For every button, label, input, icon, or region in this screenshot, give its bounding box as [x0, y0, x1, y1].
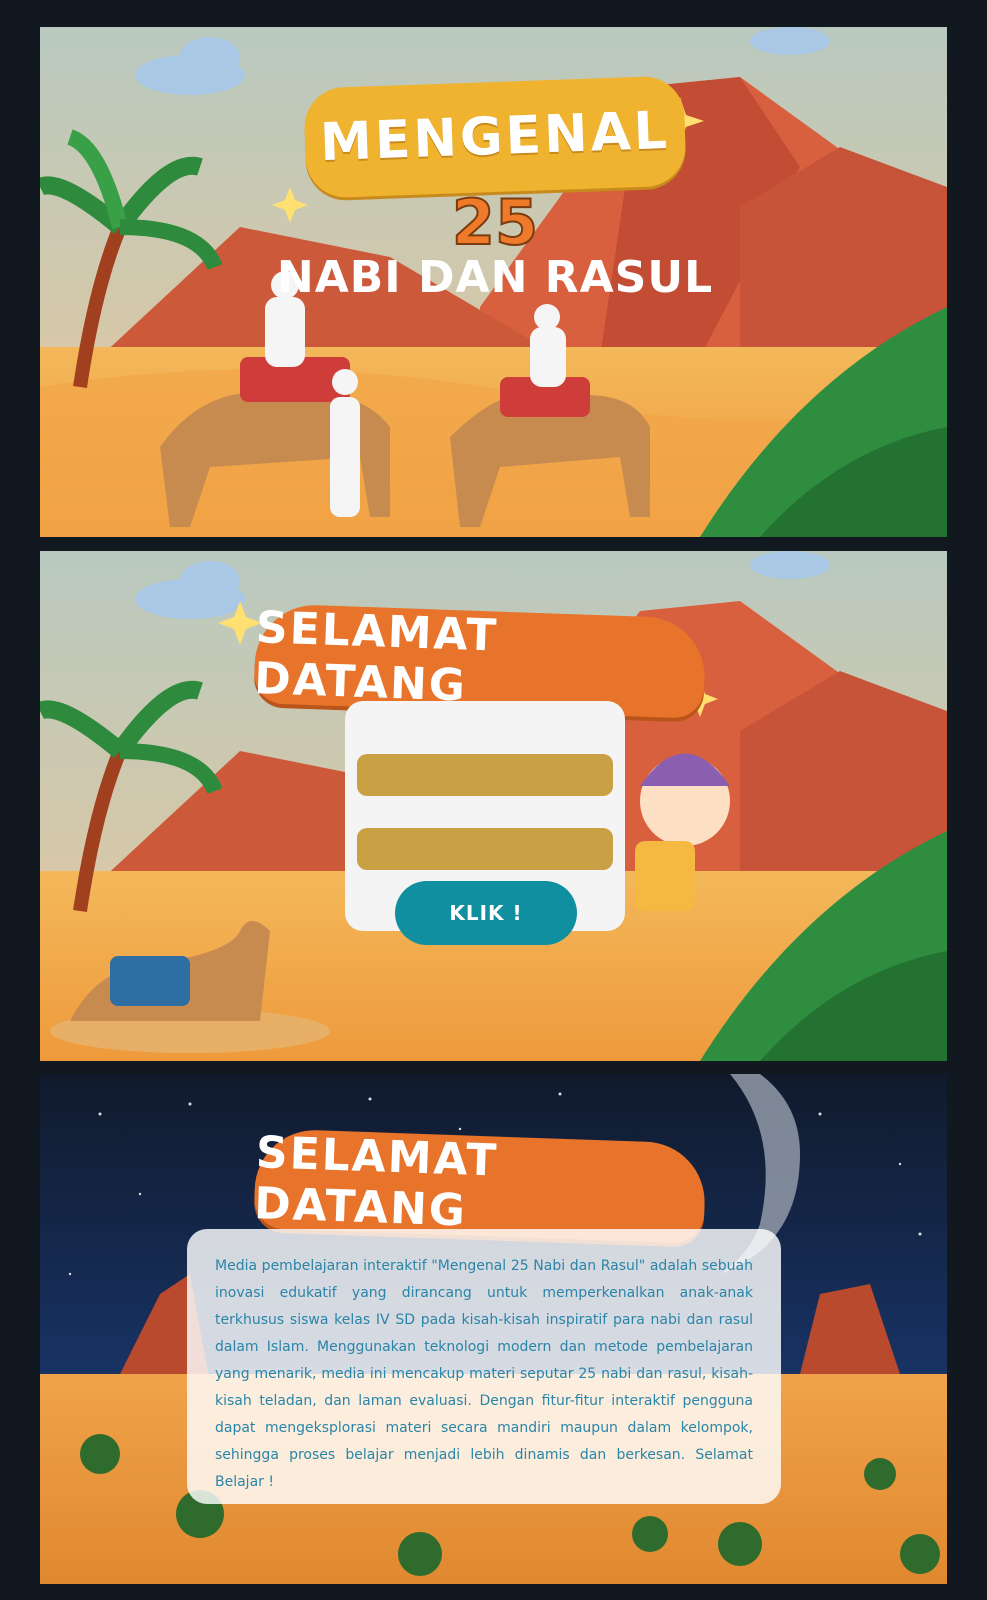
klik-button[interactable]: KLIK ! [395, 881, 577, 945]
description-card: Media pembelajaran interaktif "Mengenal … [187, 1229, 781, 1504]
welcome-banner: SELAMAT DATANG [253, 1127, 707, 1244]
description-text: Media pembelajaran interaktif "Mengenal … [215, 1258, 753, 1490]
title-screen: MENGENAL 25 NABI DAN RASUL [40, 27, 947, 537]
title-pill: MENGENAL [303, 75, 687, 199]
title-bottom-text: NABI DAN RASUL [276, 252, 714, 303]
welcome-banner-text: SELAMAT DATANG [253, 1127, 500, 1237]
username-field[interactable] [357, 754, 613, 796]
title-number-text: 25 [451, 186, 539, 259]
title-logo: MENGENAL 25 NABI DAN RASUL [277, 75, 712, 303]
password-field[interactable] [357, 828, 613, 870]
login-screen: SELAMAT DATANG KLIK ! [40, 551, 947, 1061]
title-top-text: MENGENAL [319, 100, 671, 174]
description-screen: SELAMAT DATANG Media pembelajaran intera… [40, 1074, 947, 1584]
